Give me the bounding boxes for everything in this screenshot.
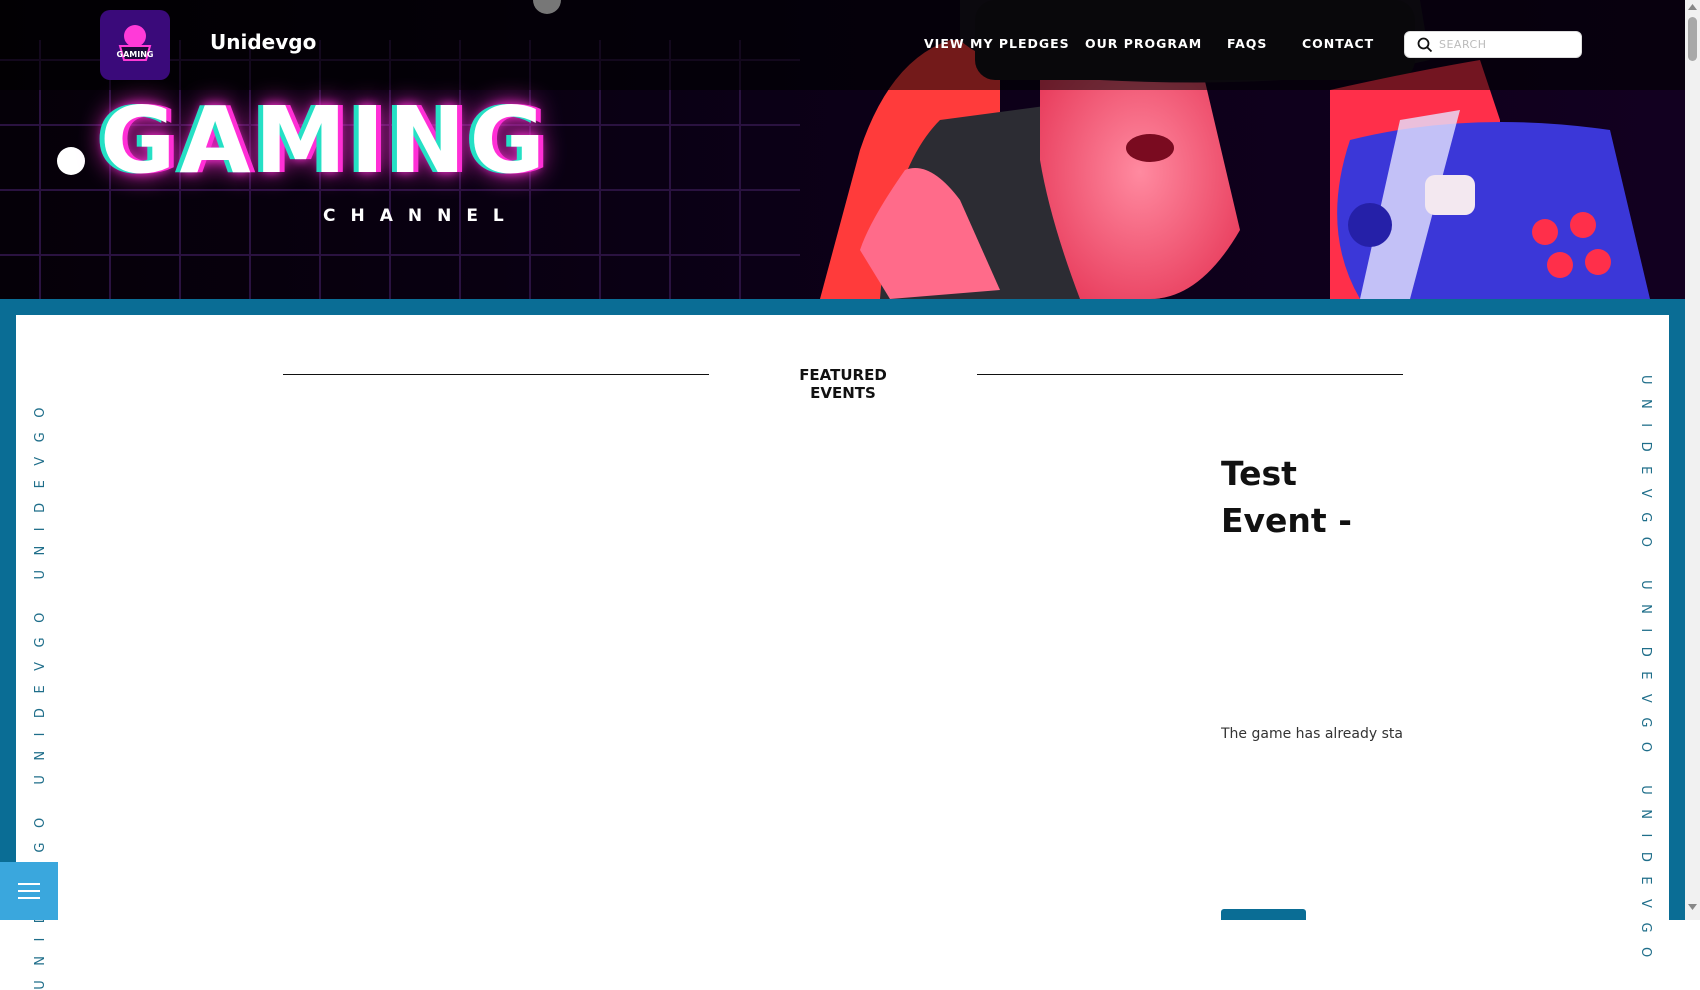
brand-name[interactable]: Unidevgo — [210, 30, 316, 54]
event-title[interactable]: Test Event - David — [1221, 450, 1403, 550]
hero-title: GAMING — [100, 87, 550, 194]
hamburger-menu-icon — [18, 883, 40, 899]
page-scrollbar[interactable] — [1685, 0, 1700, 920]
side-text-right: UNIDEVGO UNIDEVGO UNIDEVGO — [1638, 375, 1653, 972]
search-box[interactable] — [1404, 31, 1582, 58]
nav-faqs[interactable]: FAQS — [1227, 36, 1267, 51]
chevron-down-icon[interactable] — [1688, 904, 1697, 910]
nav-view-my-pledges[interactable]: VIEW MY PLEDGES — [924, 36, 1070, 51]
featured-events-header: FEATURED EVENTS — [283, 366, 1403, 402]
search-icon[interactable] — [1417, 37, 1433, 53]
content-panel — [16, 315, 1669, 920]
chevron-up-icon[interactable] — [1688, 4, 1697, 10]
scrollbar-thumb[interactable] — [1688, 17, 1697, 61]
hero-dot — [57, 147, 85, 175]
search-input[interactable] — [1439, 35, 1575, 54]
nav-contact[interactable]: CONTACT — [1302, 36, 1374, 51]
event-action-button[interactable] — [1221, 909, 1306, 920]
divider-left — [283, 374, 709, 375]
svg-text:GAMING: GAMING — [117, 50, 154, 59]
divider-right — [977, 374, 1403, 375]
gaming-logo-icon: GAMING — [117, 25, 154, 61]
hero-subtitle: CHANNEL — [323, 206, 519, 226]
menu-button[interactable] — [0, 862, 58, 920]
event-description: The game has already started — [1221, 726, 1403, 742]
featured-events-title: FEATURED EVENTS — [799, 366, 887, 402]
nav-our-program[interactable]: OUR PROGRAM — [1085, 36, 1202, 51]
top-navbar: GAMING Unidevgo VIEW MY PLEDGES OUR PROG… — [0, 0, 1685, 90]
brand-logo[interactable]: GAMING — [100, 10, 170, 80]
hero-banner: GAMING CHANNEL GAMING Unidevgo VIEW MY P… — [0, 0, 1685, 299]
